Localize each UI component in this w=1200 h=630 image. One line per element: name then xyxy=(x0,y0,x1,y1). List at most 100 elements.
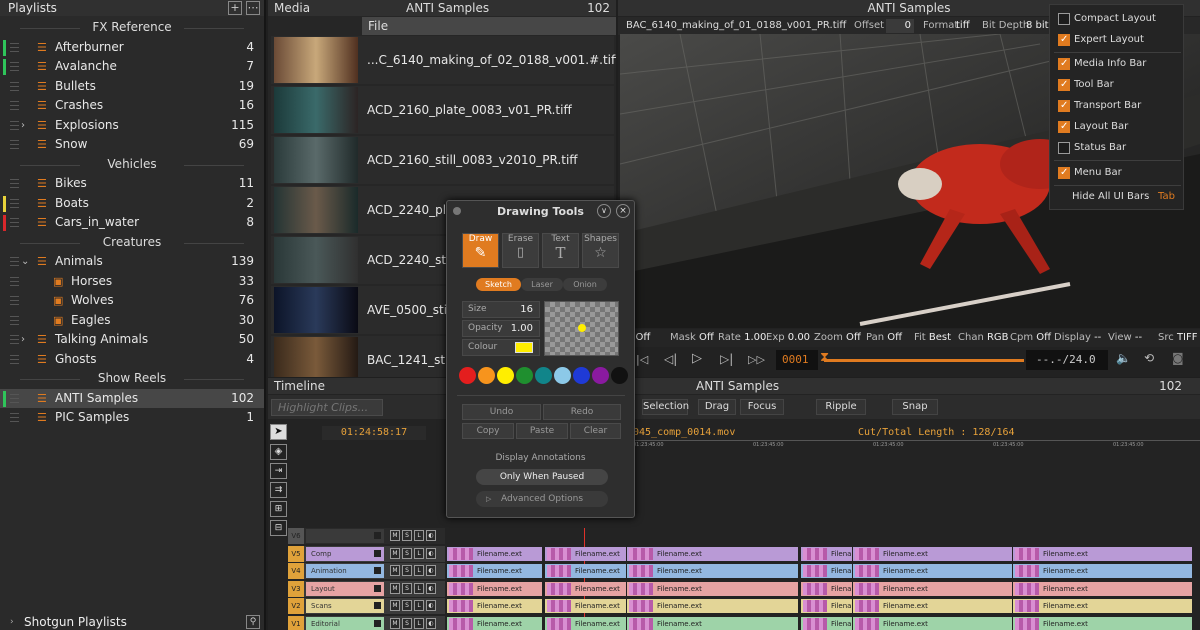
chevron-right-icon[interactable]: › xyxy=(21,116,25,136)
timeline-clip[interactable]: Filename.ext xyxy=(446,581,542,596)
sketch-mode-button[interactable]: Sketch xyxy=(476,278,521,291)
track-toggle-button[interactable]: L xyxy=(414,600,424,611)
viewer-toolbar-item[interactable]: Cpm Off xyxy=(1010,329,1051,347)
colour-field[interactable]: Colour xyxy=(462,339,540,356)
track-toggle-button[interactable]: S xyxy=(402,582,412,594)
viewer-toolbar-item[interactable]: Fit Best xyxy=(914,329,951,347)
erase-tool-button[interactable]: Erase ▯ xyxy=(502,233,539,268)
track-visibility-icon[interactable]: ◐ xyxy=(426,547,436,559)
playlist-item[interactable]: ▣ Wolves 76 xyxy=(0,291,264,311)
timeline-clip[interactable]: Filename.ext xyxy=(544,564,626,578)
onion-mode-button[interactable]: Onion xyxy=(563,278,607,291)
track-visibility-icon[interactable]: ◐ xyxy=(426,582,436,594)
playlist-item[interactable]: ⌄ ☰ Animals 139 xyxy=(0,252,264,272)
chevron-down-icon[interactable]: ∨ xyxy=(597,204,611,218)
playlist-item[interactable]: ☰ Ghosts 4 xyxy=(0,350,264,370)
snapshot-icon[interactable]: ◙ xyxy=(1172,351,1184,365)
drag-handle-icon[interactable] xyxy=(10,393,19,403)
fast-forward-icon[interactable]: ▷▷ xyxy=(748,353,765,366)
track-toggle-button[interactable]: L xyxy=(414,547,424,559)
display-annotations-dropdown[interactable]: Only When Paused xyxy=(476,469,608,485)
plus-icon[interactable]: + xyxy=(228,1,242,15)
shotgun-playlists-footer[interactable]: › Shotgun Playlists ⚲ xyxy=(0,614,264,630)
checkbox-unchecked-icon[interactable] xyxy=(1058,13,1070,25)
track-header[interactable]: V4 Animation M S L ◐ xyxy=(288,563,445,579)
opacity-field[interactable]: Opacity 1.00 xyxy=(462,320,540,337)
razor-tool-icon[interactable]: ◈ xyxy=(270,444,287,460)
redo-button[interactable]: Redo xyxy=(543,404,621,420)
playlist-item[interactable]: ▣ Horses 33 xyxy=(0,272,264,292)
timeline-clip[interactable]: Filename.ext xyxy=(1012,616,1192,630)
timeline-mode-button[interactable]: Selection xyxy=(642,399,689,415)
playlist-item[interactable]: ☰ Bullets 19 xyxy=(0,77,264,97)
timeline-clip[interactable]: Filename.ext xyxy=(800,564,876,578)
overwrite-tool-icon[interactable]: ⇉ xyxy=(270,482,287,498)
text-tool-button[interactable]: Text T xyxy=(542,233,579,268)
timeline-clip[interactable]: Filename.ext xyxy=(852,599,1012,613)
track-header[interactable]: V5 Comp M S L ◐ xyxy=(288,545,445,562)
playlist-item[interactable]: ☰ Bikes 11 xyxy=(0,174,264,194)
layout-menu-item[interactable]: Tool Bar xyxy=(1058,75,1182,95)
track-header[interactable]: V6 M S L ◐ xyxy=(288,528,445,544)
drag-handle-icon[interactable] xyxy=(10,413,19,422)
fit-tool-icon[interactable]: ⊟ xyxy=(270,520,287,536)
play-backward-icon[interactable]: ◁| xyxy=(664,352,677,366)
chevron-down-icon[interactable]: ⌄ xyxy=(21,252,29,272)
playlist-item[interactable]: ☰ Avalanche 7 xyxy=(0,57,264,77)
track-toggle-button[interactable]: L xyxy=(414,565,424,576)
track-toggle-button[interactable]: M xyxy=(390,617,400,629)
timeline-mode-button[interactable]: Focus xyxy=(740,399,784,415)
drag-handle-icon[interactable] xyxy=(10,198,19,208)
timeline-clip[interactable]: Filename.ext xyxy=(852,564,1012,578)
timeline-clip[interactable]: Filename.ext xyxy=(626,599,798,613)
track-toggle-button[interactable]: S xyxy=(402,600,412,611)
viewer-toolbar-item[interactable]: Rate 1.00 xyxy=(718,329,766,347)
playlist-item[interactable]: ▣ Eagles 30 xyxy=(0,311,264,331)
drag-handle-icon[interactable] xyxy=(10,140,19,149)
palette-swatch[interactable] xyxy=(554,367,571,384)
playlist-item[interactable]: ☰ Boats 2 xyxy=(0,194,264,214)
drag-handle-icon[interactable] xyxy=(10,218,19,227)
layout-menu-item[interactable]: Expert Layout xyxy=(1058,30,1182,50)
highlight-clips-input[interactable] xyxy=(271,399,383,416)
checkbox-checked-icon[interactable] xyxy=(1058,54,1070,74)
hide-all-ui-bars-item[interactable]: Hide All UI Bars Tab xyxy=(1058,187,1182,207)
track-toggle-button[interactable]: L xyxy=(414,617,424,629)
palette-swatch[interactable] xyxy=(497,367,514,384)
drag-handle-icon[interactable] xyxy=(10,62,19,71)
media-row[interactable]: ACD_2160_plate_0083_v01_PR.tiff xyxy=(271,86,614,134)
viewer-toolbar-item[interactable]: View -- xyxy=(1108,329,1142,347)
timeline-mode-button[interactable]: Snap xyxy=(892,399,938,415)
viewer-toolbar-item[interactable]: Pan Off xyxy=(866,329,902,347)
drawing-tools-titlebar[interactable]: Drawing Tools ∨ × xyxy=(447,201,634,223)
link-icon[interactable]: ⚲ xyxy=(246,615,260,629)
timeline-clip[interactable]: Filename.ext xyxy=(626,564,798,578)
playlist-item[interactable]: ☰ Snow 69 xyxy=(0,135,264,155)
timeline-mode-button[interactable]: Drag xyxy=(698,399,736,415)
palette-swatch[interactable] xyxy=(535,367,552,384)
viewer-toolbar-item[interactable]: Display -- xyxy=(1054,329,1101,347)
drag-handle-icon[interactable] xyxy=(10,81,19,91)
palette-swatch[interactable] xyxy=(573,367,590,384)
drag-handle-icon[interactable] xyxy=(10,296,19,305)
draw-tool-button[interactable]: Draw ✎ xyxy=(462,233,499,268)
playlist-item[interactable]: ☰ Cars_in_water 8 xyxy=(0,213,264,233)
clear-button[interactable]: Clear xyxy=(570,423,621,439)
shapes-tool-button[interactable]: Shapes ☆ xyxy=(582,233,619,268)
drag-handle-icon[interactable] xyxy=(10,179,19,188)
loop-icon[interactable]: ⟲ xyxy=(1144,351,1154,365)
palette-swatch[interactable] xyxy=(611,367,628,384)
track-visibility-icon[interactable]: ◐ xyxy=(426,617,436,629)
timeline-clip[interactable]: Filename.ext xyxy=(544,581,626,596)
timeline-clip[interactable]: Filename.ext xyxy=(626,581,798,596)
checkbox-unchecked-icon[interactable] xyxy=(1058,142,1070,154)
timeline-clip[interactable]: Filename.ext xyxy=(852,581,1012,596)
media-row[interactable]: ACD_2160_still_0083_v2010_PR.tiff xyxy=(271,136,614,184)
drag-handle-icon[interactable] xyxy=(10,354,19,364)
volume-icon[interactable]: 🔈 xyxy=(1116,351,1131,365)
timeline-clip[interactable]: Filename.ext xyxy=(446,599,542,613)
timeline-clip[interactable]: Filename.ext xyxy=(800,581,876,596)
offset-field[interactable]: 0 xyxy=(886,19,914,33)
drag-handle-icon[interactable] xyxy=(10,315,19,325)
file-column-header[interactable]: File xyxy=(362,17,616,35)
